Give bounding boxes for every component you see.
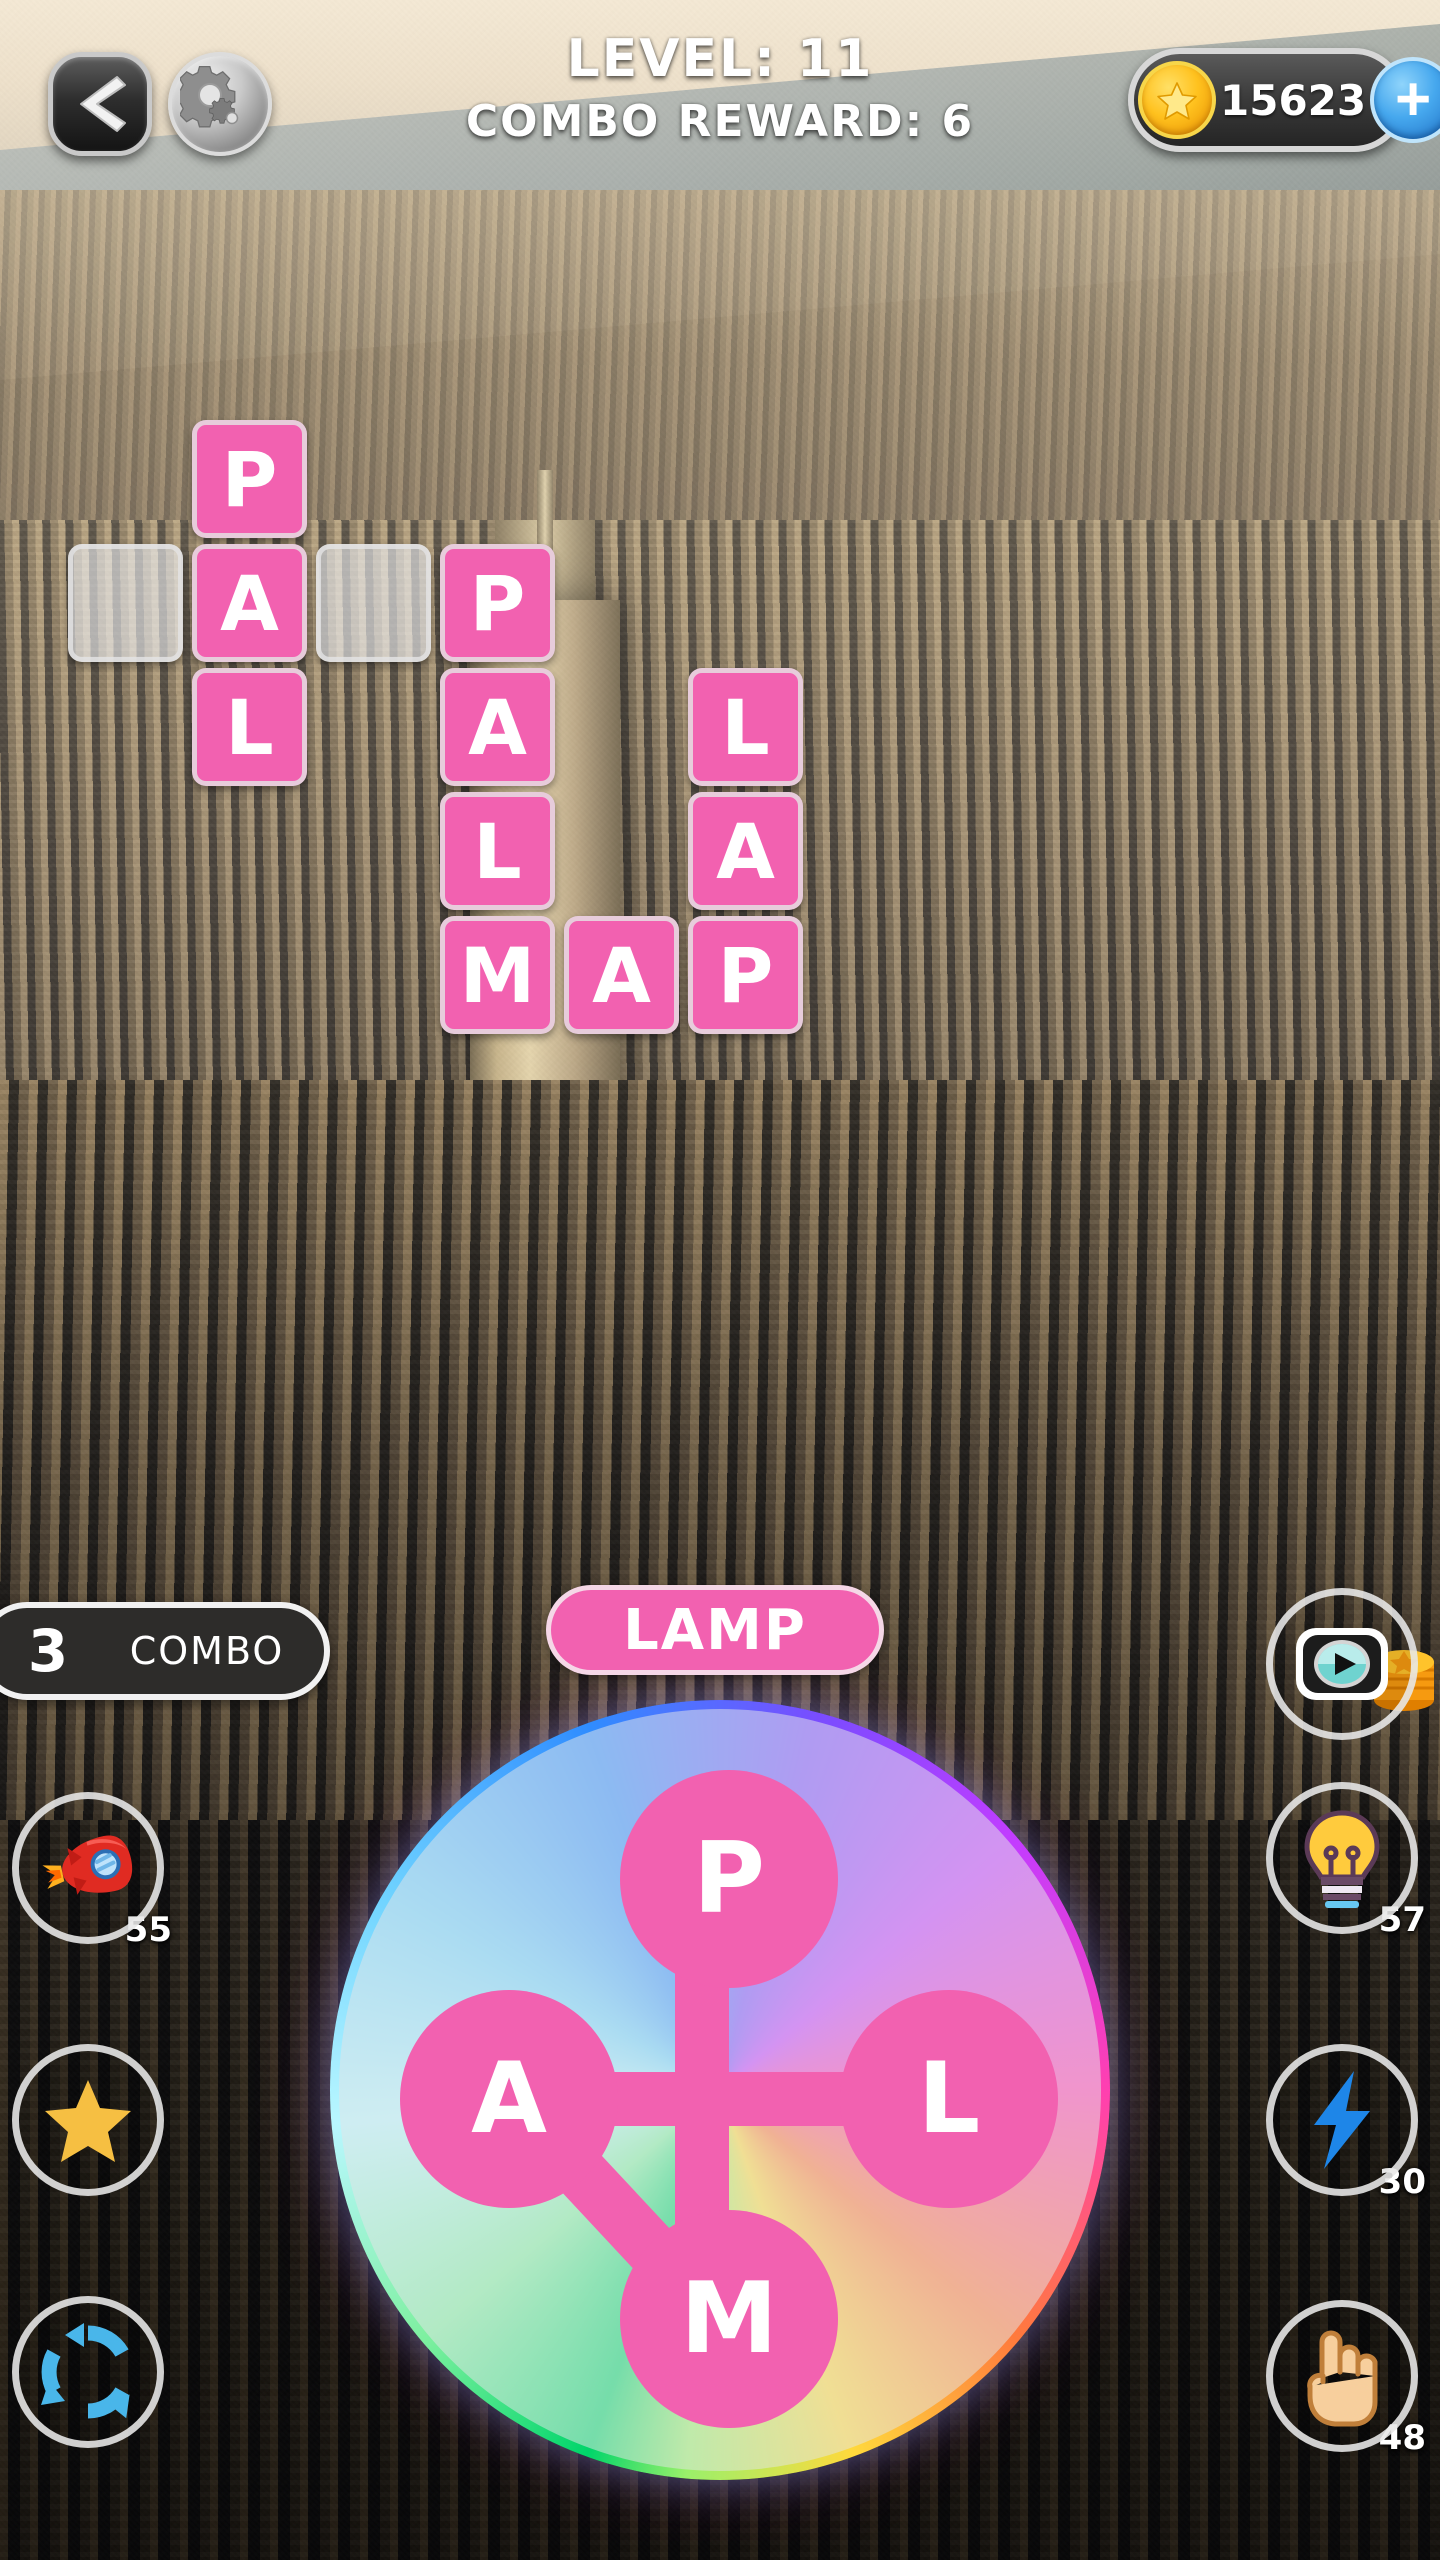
top-bar: LEVEL: 11 COMBO REWARD: 6 15623 + — [0, 0, 1440, 200]
wheel-letter-left[interactable]: A — [400, 1990, 618, 2208]
lightning-bolt-icon — [1314, 2071, 1370, 2169]
hand-pointer-icon — [1307, 2330, 1378, 2427]
grid-tile: A — [440, 668, 555, 786]
grid-tile: L — [192, 668, 307, 786]
lightning-button[interactable]: 30 — [1266, 2044, 1426, 2202]
hint-bulb-circle[interactable] — [1266, 1782, 1418, 1934]
combo-count: 3 — [27, 1617, 69, 1685]
star-shape-icon — [1157, 82, 1197, 120]
hand-pointer-circle[interactable] — [1266, 2300, 1418, 2452]
watch-ad-coins-button[interactable] — [1266, 1588, 1434, 1740]
grid-tile: P — [440, 544, 555, 662]
shuffle-button[interactable] — [12, 2296, 164, 2448]
add-coins-button[interactable]: + — [1370, 57, 1440, 143]
lightbulb-icon — [1304, 1810, 1380, 1908]
combo-label: COMBO — [129, 1629, 285, 1673]
wheel-letter-top-label: P — [693, 1822, 765, 1936]
rocket-icon — [42, 1835, 133, 1895]
settings-button[interactable] — [168, 52, 272, 156]
star-icon — [45, 2080, 131, 2162]
star-button[interactable] — [12, 2044, 164, 2196]
wheel-letter-bottom[interactable]: M — [620, 2210, 838, 2428]
coin-balance-badge[interactable]: 15623 + — [1128, 48, 1440, 152]
wheel-letter-left-label: A — [471, 2042, 547, 2156]
back-button[interactable] — [48, 52, 152, 156]
letter-wheel-inner: P A L M — [339, 1709, 1101, 2471]
hand-pointer-button[interactable]: 48 — [1266, 2300, 1426, 2458]
grid-tile: P — [192, 420, 307, 538]
star-circle[interactable] — [12, 2044, 164, 2196]
grid-tile — [316, 544, 431, 662]
grid-tile: M — [440, 916, 555, 1034]
video-play-icon — [1296, 1628, 1388, 1700]
hint-bulb-button[interactable]: 57 — [1266, 1782, 1426, 1940]
grid-tile: L — [688, 668, 803, 786]
rocket-booster-circle[interactable] — [12, 1792, 164, 1944]
star-coin-icon — [1138, 61, 1216, 139]
wheel-letter-right-label: L — [917, 2042, 981, 2156]
chevron-left-icon — [80, 76, 126, 132]
lightning-circle[interactable] — [1266, 2044, 1418, 2196]
shuffle-circle[interactable] — [12, 2296, 164, 2448]
watch-ad-circle[interactable] — [1266, 1588, 1418, 1740]
wheel-letter-right[interactable]: L — [840, 1990, 1058, 2208]
gear-icon — [180, 65, 239, 128]
wheel-letter-bottom-label: M — [680, 2262, 778, 2376]
rocket-booster-button[interactable]: 55 — [12, 1792, 172, 1950]
wheel-letter-top[interactable]: P — [620, 1770, 838, 1988]
shuffle-icon — [41, 2323, 130, 2419]
grid-tile: L — [440, 792, 555, 910]
grid-tile: P — [688, 916, 803, 1034]
letter-wheel[interactable]: P A L M — [330, 1700, 1110, 2480]
current-word-pill: LAMP — [546, 1585, 884, 1675]
grid-tile: A — [688, 792, 803, 910]
crossword-grid: PAPLALLAMAP — [68, 420, 1318, 1034]
combo-badge: 3 COMBO — [0, 1602, 330, 1700]
grid-tile: A — [192, 544, 307, 662]
grid-tile: A — [564, 916, 679, 1034]
grid-tile — [68, 544, 183, 662]
coin-count: 15623 — [1220, 75, 1367, 125]
